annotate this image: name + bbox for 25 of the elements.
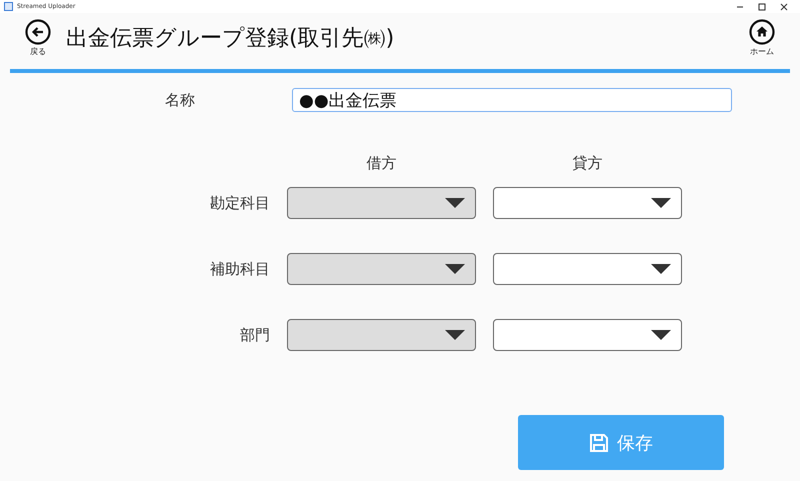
caret-icon xyxy=(445,198,465,208)
dropdown[interactable] xyxy=(493,253,682,285)
column-header: 借方 xyxy=(366,154,398,172)
caret-icon xyxy=(651,264,671,274)
row-label: 部門 xyxy=(239,326,270,344)
column-header: 貸方 xyxy=(572,154,604,172)
home-icon[interactable] xyxy=(749,19,775,45)
row-label: 補助科目 xyxy=(209,260,270,278)
caret-icon xyxy=(651,330,671,340)
caret-icon xyxy=(445,330,465,340)
caret-icon xyxy=(445,264,465,274)
name-label: 名称 xyxy=(165,90,196,110)
page-title: 出金伝票グループ登録(取引先㈱) xyxy=(66,25,394,53)
close-icon[interactable] xyxy=(780,2,788,10)
dropdown[interactable] xyxy=(493,319,682,351)
home-label[interactable]: ホーム xyxy=(750,46,774,57)
save-icon xyxy=(589,432,609,452)
back-label[interactable]: 戻る xyxy=(30,46,46,57)
app-icon xyxy=(4,2,13,11)
caret-icon xyxy=(651,198,671,208)
dropdown[interactable] xyxy=(493,187,682,219)
back-icon[interactable] xyxy=(25,19,51,45)
name-field[interactable]: ●●出金伝票 xyxy=(292,88,732,112)
row-label: 勘定科目 xyxy=(209,194,270,212)
maximize-icon[interactable] xyxy=(758,2,766,10)
